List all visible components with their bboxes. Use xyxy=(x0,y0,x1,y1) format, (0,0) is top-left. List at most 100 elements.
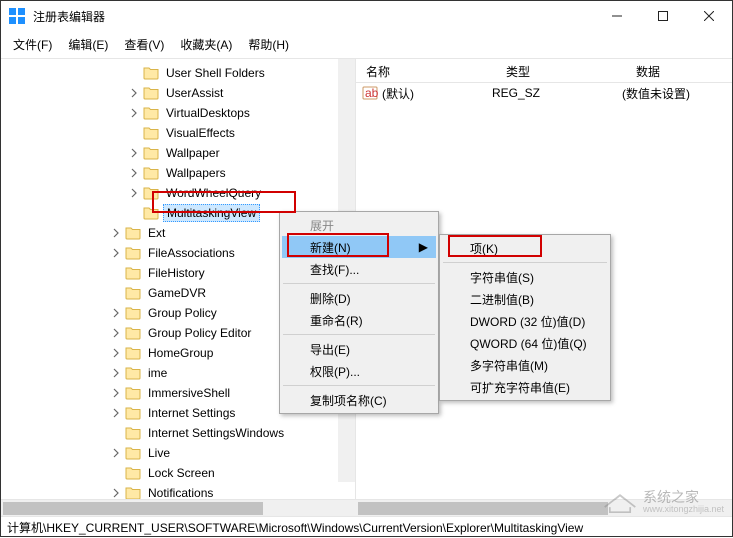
tree-node-label: FileHistory xyxy=(145,265,208,281)
tree-expand-icon[interactable] xyxy=(127,146,141,160)
ctx-new-dword[interactable]: DWORD (32 位)值(D) xyxy=(442,310,608,332)
tree-node-label: Notifications xyxy=(145,485,216,499)
folder-icon xyxy=(125,486,141,499)
menu-file[interactable]: 文件(F) xyxy=(7,33,58,56)
ctx-export[interactable]: 导出(E) xyxy=(282,338,436,360)
tree-node-label: FileAssociations xyxy=(145,245,238,261)
tree-expand-icon[interactable] xyxy=(109,486,123,499)
list-row[interactable]: ab (默认) REG_SZ (数值未设置) xyxy=(356,83,732,103)
titlebar: 注册表编辑器 xyxy=(1,1,732,31)
value-data: (数值未设置) xyxy=(622,85,732,102)
folder-icon xyxy=(143,106,159,120)
tree-node-label: VisualEffects xyxy=(163,125,238,141)
folder-icon xyxy=(125,346,141,360)
tree-node-label: MultitaskingView xyxy=(163,204,260,222)
statusbar: 计算机\HKEY_CURRENT_USER\SOFTWARE\Microsoft… xyxy=(1,516,732,538)
menu-favorites[interactable]: 收藏夹(A) xyxy=(174,33,238,56)
ctx-new-expandstring[interactable]: 可扩充字符串值(E) xyxy=(442,376,608,398)
tree-node-label: VirtualDesktops xyxy=(163,105,253,121)
tree-node-label: GameDVR xyxy=(145,285,209,301)
tree-expand-icon[interactable] xyxy=(109,386,123,400)
column-header-type[interactable]: 类型 xyxy=(496,59,626,82)
column-header-name[interactable]: 名称 xyxy=(356,59,496,82)
menu-view[interactable]: 查看(V) xyxy=(118,33,170,56)
ctx-new-key[interactable]: 项(K) xyxy=(442,237,608,259)
ctx-new-binary[interactable]: 二进制值(B) xyxy=(442,288,608,310)
ctx-copy-key-name[interactable]: 复制项名称(C) xyxy=(282,389,436,411)
maximize-button[interactable] xyxy=(640,1,686,31)
tree-expand-icon[interactable] xyxy=(109,406,123,420)
submenu-arrow-icon: ▶ xyxy=(419,240,428,254)
tree-expand-icon[interactable] xyxy=(109,306,123,320)
separator xyxy=(443,262,607,263)
list-header: 名称 类型 数据 xyxy=(356,59,732,83)
folder-icon xyxy=(143,166,159,180)
tree-node[interactable]: Live xyxy=(1,443,355,463)
separator xyxy=(283,334,435,335)
tree-node[interactable]: VisualEffects xyxy=(1,123,355,143)
ctx-permissions[interactable]: 权限(P)... xyxy=(282,360,436,382)
context-menu-main: 展开 新建(N) ▶ 查找(F)... 删除(D) 重命名(R) 导出(E) 权… xyxy=(279,211,439,414)
ctx-new-string[interactable]: 字符串值(S) xyxy=(442,266,608,288)
list-scrollbar-horizontal[interactable] xyxy=(356,499,732,516)
scrollbars-row xyxy=(1,499,732,516)
value-name: (默认) xyxy=(382,85,414,102)
tree-node-label: Wallpapers xyxy=(163,165,229,181)
menu-edit[interactable]: 编辑(E) xyxy=(62,33,114,56)
tree-node[interactable]: UserAssist xyxy=(1,83,355,103)
status-path: 计算机\HKEY_CURRENT_USER\SOFTWARE\Microsoft… xyxy=(7,519,583,536)
tree-expand-icon[interactable] xyxy=(109,346,123,360)
tree-node-label: UserAssist xyxy=(163,85,226,101)
tree-node[interactable]: Wallpapers xyxy=(1,163,355,183)
minimize-button[interactable] xyxy=(594,1,640,31)
tree-expand-icon[interactable] xyxy=(109,446,123,460)
string-value-icon: ab xyxy=(362,85,378,101)
folder-icon xyxy=(125,266,141,280)
window-controls xyxy=(594,1,732,31)
ctx-rename[interactable]: 重命名(R) xyxy=(282,309,436,331)
menubar: 文件(F) 编辑(E) 查看(V) 收藏夹(A) 帮助(H) xyxy=(1,31,732,59)
tree-expand-icon[interactable] xyxy=(127,86,141,100)
ctx-new-multistring[interactable]: 多字符串值(M) xyxy=(442,354,608,376)
tree-expand-icon[interactable] xyxy=(109,226,123,240)
svg-text:ab: ab xyxy=(365,86,378,100)
folder-icon xyxy=(125,466,141,480)
ctx-delete[interactable]: 删除(D) xyxy=(282,287,436,309)
tree-expand-icon[interactable] xyxy=(127,186,141,200)
folder-icon xyxy=(125,406,141,420)
tree-expand-icon[interactable] xyxy=(109,246,123,260)
tree-node[interactable]: User Shell Folders xyxy=(1,63,355,83)
ctx-expand[interactable]: 展开 xyxy=(282,214,436,236)
ctx-new[interactable]: 新建(N) ▶ xyxy=(282,236,436,258)
ctx-find[interactable]: 查找(F)... xyxy=(282,258,436,280)
tree-node-label: Group Policy xyxy=(145,305,220,321)
tree-node-label: ime xyxy=(145,365,170,381)
folder-icon xyxy=(143,86,159,100)
folder-icon xyxy=(143,66,159,80)
folder-icon xyxy=(125,446,141,460)
tree-expand-icon[interactable] xyxy=(127,166,141,180)
folder-icon xyxy=(143,146,159,160)
tree-node[interactable]: VirtualDesktops xyxy=(1,103,355,123)
column-header-data[interactable]: 数据 xyxy=(626,59,732,82)
folder-icon xyxy=(125,366,141,380)
tree-expand-icon[interactable] xyxy=(127,106,141,120)
menu-help[interactable]: 帮助(H) xyxy=(242,33,295,56)
folder-icon xyxy=(125,426,141,440)
tree-node[interactable]: Internet SettingsWindows xyxy=(1,423,355,443)
tree-node-label: Internet SettingsWindows xyxy=(145,425,287,441)
tree-scrollbar-horizontal[interactable] xyxy=(1,499,356,516)
tree-expand-icon[interactable] xyxy=(109,326,123,340)
tree-node[interactable]: Notifications xyxy=(1,483,355,499)
ctx-new-qword[interactable]: QWORD (64 位)值(Q) xyxy=(442,332,608,354)
tree-node[interactable]: Wallpaper xyxy=(1,143,355,163)
tree-expand-icon[interactable] xyxy=(109,366,123,380)
close-button[interactable] xyxy=(686,1,732,31)
folder-icon xyxy=(125,246,141,260)
tree-node[interactable]: Lock Screen xyxy=(1,463,355,483)
separator xyxy=(283,283,435,284)
folder-icon xyxy=(125,326,141,340)
tree-node-label: Ext xyxy=(145,225,168,241)
folder-icon xyxy=(143,186,159,200)
tree-node[interactable]: WordWheelQuery xyxy=(1,183,355,203)
